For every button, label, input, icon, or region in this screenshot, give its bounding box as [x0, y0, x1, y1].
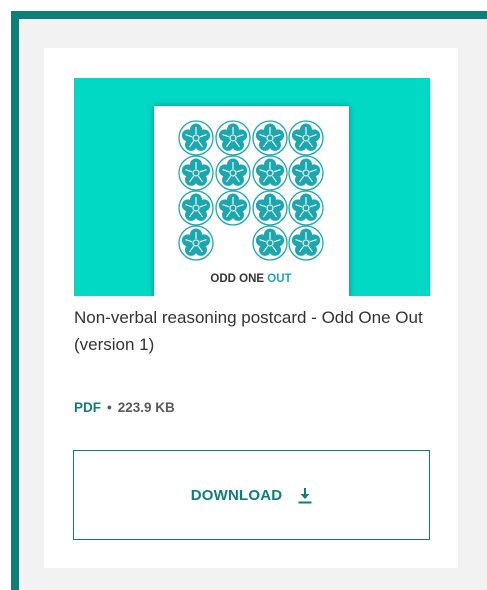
flower-tile [178, 225, 214, 261]
file-meta: PDF • 223.9 KB [74, 400, 175, 415]
flower-tile [288, 190, 324, 226]
flower-tile [252, 120, 288, 156]
flower-tile [215, 120, 251, 156]
flower-tile [252, 225, 288, 261]
download-label: DOWNLOAD [190, 486, 283, 504]
resource-title: Non-verbal reasoning postcard - Odd One … [74, 308, 423, 354]
flower-tile [215, 155, 251, 191]
flower-tile [178, 190, 214, 226]
flower-tile [288, 155, 324, 191]
flower-tile [178, 155, 214, 191]
flower-tile [215, 190, 251, 226]
meta-separator: • [107, 400, 112, 415]
file-size: 223.9 KB [117, 400, 175, 415]
flower-tile [252, 190, 288, 226]
postcard-caption: ODD ONE OUT [210, 273, 291, 285]
download-arrow-icon [298, 487, 312, 504]
file-type: PDF [74, 400, 101, 415]
caption-highlight-text: OUT [267, 273, 291, 285]
resource-card: ODD ONE OUT Non-verbal reasoning postcar… [44, 48, 458, 568]
flower-tile [178, 120, 214, 156]
postcard-illustration: ODD ONE OUT [178, 120, 324, 285]
flower-tile [288, 120, 324, 156]
flower-tile [252, 155, 288, 191]
flower-grid [178, 120, 324, 261]
postcard-image: ODD ONE OUT [154, 106, 349, 296]
flower-tile [288, 225, 324, 261]
resource-thumbnail: ODD ONE OUT [74, 78, 430, 296]
download-button[interactable]: DOWNLOAD [73, 450, 430, 540]
caption-text: ODD ONE [210, 273, 267, 285]
